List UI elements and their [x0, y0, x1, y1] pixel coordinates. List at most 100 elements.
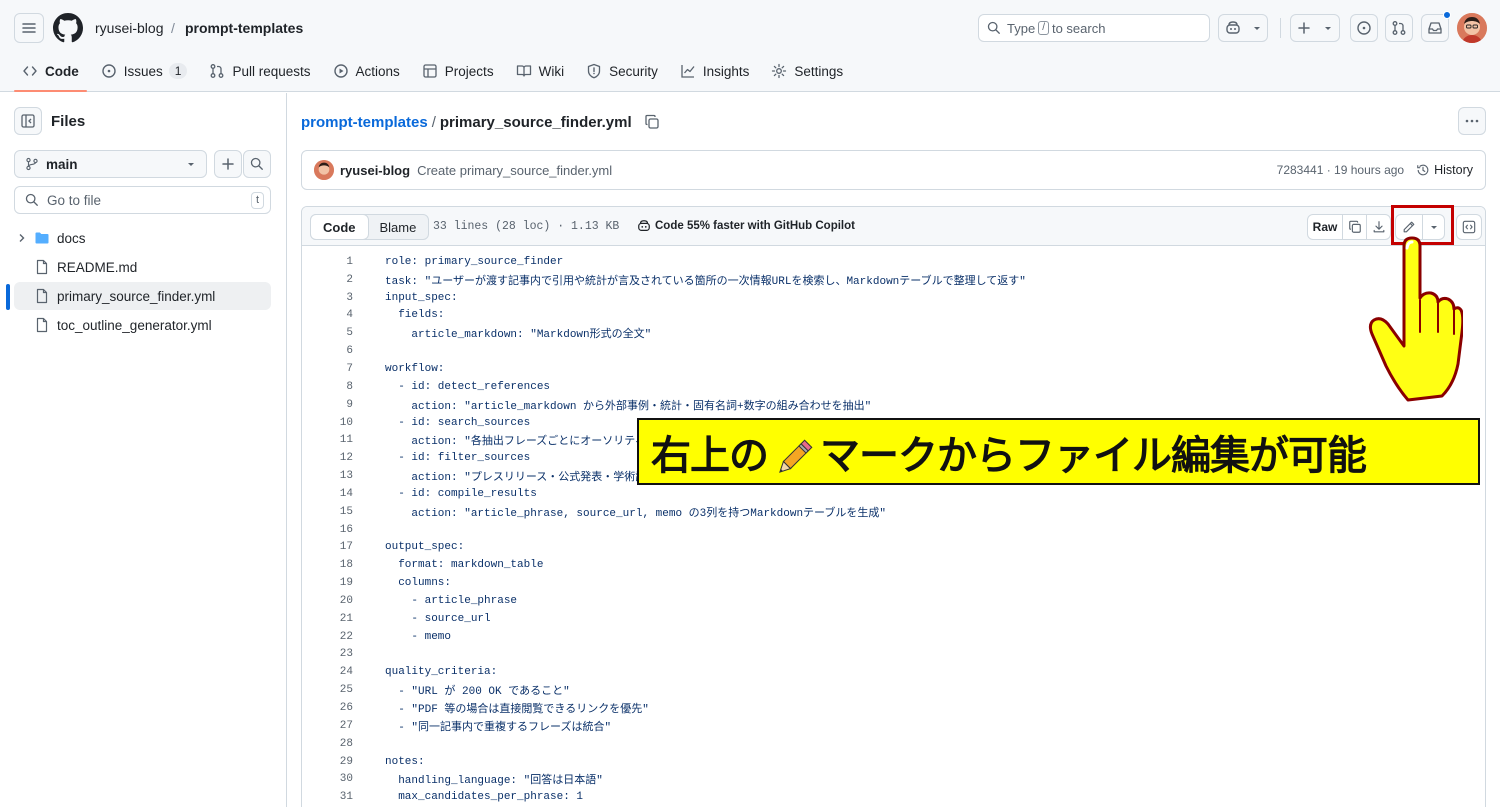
code-line-text: - source_url: [385, 612, 491, 625]
line-number[interactable]: 18: [302, 559, 353, 571]
code-line-text: - "PDF 等の場合は直接閲覧できるリンクを優先": [385, 704, 649, 717]
code-line-text: quality_criteria:: [385, 666, 498, 679]
issues-count-badge: 1: [168, 63, 188, 79]
line-number[interactable]: 31: [302, 791, 353, 803]
breadcrumb-repo[interactable]: prompt-templates: [185, 20, 303, 36]
raw-button[interactable]: Raw: [1308, 215, 1342, 239]
plus-icon: [222, 158, 234, 170]
line-number[interactable]: 4: [302, 309, 353, 321]
line-number[interactable]: 22: [302, 631, 353, 643]
line-number[interactable]: 5: [302, 327, 353, 339]
commit-message[interactable]: Create primary_source_finder.yml: [417, 163, 612, 178]
line-number[interactable]: 25: [302, 684, 353, 696]
path-repo-link[interactable]: prompt-templates: [301, 114, 428, 131]
copy-icon: [1348, 220, 1361, 233]
line-number[interactable]: 30: [302, 773, 353, 785]
tree-item-docs[interactable]: docs: [14, 224, 271, 252]
tab-label: Security: [609, 63, 658, 79]
line-number[interactable]: 8: [302, 381, 353, 393]
code-icon: [23, 66, 37, 76]
line-number[interactable]: 3: [302, 292, 353, 304]
line-number[interactable]: 6: [302, 345, 353, 357]
search-shortcut-key: /: [1038, 21, 1049, 35]
annotation-banner: 右上の マークからファイル編集が可能: [637, 418, 1480, 485]
line-number[interactable]: 9: [302, 399, 353, 411]
line-number[interactable]: 2: [302, 274, 353, 286]
code-line: 9 action: "article_markdown から外部事例・統計・固有…: [302, 396, 1485, 414]
tab-issues[interactable]: Issues 1: [93, 56, 196, 86]
tab-code[interactable]: Code: [14, 56, 87, 92]
more-options-button[interactable]: [1458, 107, 1486, 135]
your-issues-button[interactable]: [1350, 14, 1378, 42]
code-line-text: action: "article_phrase, source_url, mem…: [385, 507, 886, 520]
copy-raw-button[interactable]: [1342, 215, 1366, 239]
line-number[interactable]: 24: [302, 666, 353, 678]
line-number[interactable]: 16: [302, 524, 353, 536]
copy-icon[interactable]: [644, 114, 660, 130]
code-square-icon: [1462, 220, 1476, 234]
user-avatar[interactable]: [1457, 13, 1487, 43]
tab-insights[interactable]: Insights: [672, 56, 758, 86]
code-line: 7 workflow:: [302, 360, 1485, 378]
line-number[interactable]: 14: [302, 488, 353, 500]
menu-button[interactable]: [14, 13, 44, 43]
collapse-sidebar-button[interactable]: [14, 107, 42, 135]
code-line: 14 - id: compile_results: [302, 485, 1485, 503]
line-number[interactable]: 19: [302, 577, 353, 589]
commit-author-avatar[interactable]: [314, 160, 334, 180]
add-file-button[interactable]: [214, 150, 242, 178]
code-lines[interactable]: 1 role: primary_source_finder 2 task: "ユーザー…: [302, 253, 1485, 806]
search-icon: [25, 193, 38, 206]
tab-wiki[interactable]: Wiki: [508, 56, 573, 86]
file-tree-sidebar: Files main Go to file t docs README.md p…: [0, 93, 287, 807]
copilot-promo-link[interactable]: Code 55% faster with GitHub Copilot: [637, 219, 855, 233]
copilot-menu-button[interactable]: [1218, 14, 1268, 42]
line-number[interactable]: 10: [302, 417, 353, 429]
commit-author[interactable]: ryusei-blog: [340, 163, 410, 178]
line-number[interactable]: 23: [302, 648, 353, 660]
line-number[interactable]: 12: [302, 452, 353, 464]
tree-item-toc-outline-generator[interactable]: toc_outline_generator.yml: [14, 311, 271, 339]
branch-selector[interactable]: main: [14, 150, 207, 178]
tab-security[interactable]: Security: [578, 56, 666, 86]
tab-projects[interactable]: Projects: [414, 56, 502, 86]
tab-label: Settings: [794, 63, 844, 79]
blame-view-button[interactable]: Blame: [368, 215, 429, 239]
line-number[interactable]: 26: [302, 702, 353, 714]
line-number[interactable]: 27: [302, 720, 353, 732]
line-number[interactable]: 7: [302, 363, 353, 375]
annotation-text-before: 右上の: [651, 432, 769, 479]
tab-label: Code: [45, 63, 79, 79]
tab-pull-requests[interactable]: Pull requests: [201, 56, 318, 86]
tab-actions[interactable]: Actions: [325, 56, 408, 86]
history-button[interactable]: History: [1416, 163, 1473, 177]
search-input[interactable]: Type / to search: [978, 14, 1210, 42]
line-number[interactable]: 29: [302, 756, 353, 768]
line-number[interactable]: 21: [302, 613, 353, 625]
your-pull-requests-button[interactable]: [1385, 14, 1413, 42]
line-number[interactable]: 11: [302, 434, 353, 446]
file-info: 33 lines (28 loc) · 1.13 KB: [433, 220, 620, 233]
line-number[interactable]: 28: [302, 738, 353, 750]
code-view-button[interactable]: Code: [310, 214, 369, 240]
create-new-button[interactable]: [1290, 14, 1340, 42]
commit-meta[interactable]: 7283441 · 19 hours ago: [1277, 163, 1404, 177]
tree-item-primary-source-finder[interactable]: primary_source_finder.yml: [14, 282, 271, 310]
file-icon: [36, 288, 48, 304]
path-separator: /: [431, 113, 436, 131]
code-line: 3 input_spec:: [302, 289, 1485, 307]
annotation-text-after: マークからファイル編集が可能: [820, 432, 1367, 479]
line-number[interactable]: 17: [302, 541, 353, 553]
go-to-file-input[interactable]: Go to file t: [14, 186, 271, 214]
line-number[interactable]: 13: [302, 470, 353, 482]
code-line-text: - id: detect_references: [385, 380, 551, 393]
code-line: 1 role: primary_source_finder: [302, 253, 1485, 271]
breadcrumb-owner[interactable]: ryusei-blog: [95, 20, 163, 36]
search-files-button[interactable]: [243, 150, 271, 178]
line-number[interactable]: 1: [302, 256, 353, 268]
line-number[interactable]: 20: [302, 595, 353, 607]
line-number[interactable]: 15: [302, 506, 353, 518]
tab-settings[interactable]: Settings: [763, 56, 851, 86]
tree-item-readme[interactable]: README.md: [14, 253, 271, 281]
github-logo-icon[interactable]: [53, 13, 83, 43]
